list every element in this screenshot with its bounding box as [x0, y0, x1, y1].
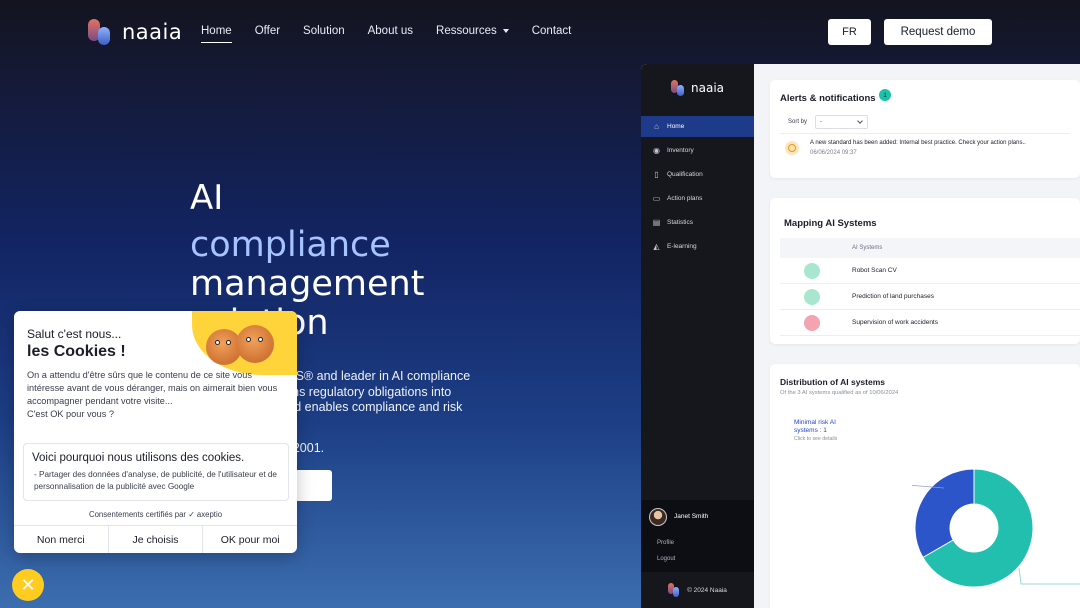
cookie-greeting: Salut c'est nous... [27, 327, 122, 341]
cookie-accept-button[interactable]: OK pour moi [203, 526, 297, 553]
clock-icon [785, 141, 799, 155]
cookie-character [236, 325, 274, 363]
cookie-title: les Cookies ! [27, 343, 126, 360]
notification-date: 06/06/2024 09:37 [810, 150, 857, 156]
request-demo-button[interactable]: Request demo [884, 19, 992, 45]
avatar[interactable] [649, 508, 667, 526]
cookie-purposes-box[interactable]: Voici pourquoi nous utilisons des cookie… [23, 443, 289, 501]
chart-icon: ▤ [652, 218, 661, 227]
hero-title-line2: compliance [190, 225, 391, 265]
nav-ressources-label: Ressources [436, 25, 497, 37]
cookie-body-text: On a attendu d'être sûrs que le contenu … [27, 370, 278, 406]
app-sidebar: naaia ⌂ Home ◉ Inventory ▯ Qualification ▭ A… [641, 64, 754, 608]
legend-minimal-risk[interactable]: Minimal risk AI systems : 1 [794, 419, 854, 435]
column-header: AI Systems [852, 245, 883, 251]
brand-name: naaia [122, 20, 183, 44]
sidebar-item-label: Home [667, 123, 685, 130]
top-navigation: naaia Home Offer Solution About us Resso… [0, 0, 1080, 64]
logo-mark-icon [88, 19, 116, 45]
table-row[interactable]: Robot Scan CV [780, 258, 1080, 284]
table-row[interactable]: Prediction of land purchases [780, 284, 1080, 310]
distribution-donut-chart [912, 468, 1080, 588]
user-name: Janet Smith [674, 513, 709, 520]
nav-home[interactable]: Home [201, 25, 232, 43]
logo-mark-icon [668, 583, 682, 597]
user-panel: Janet Smith Profile Logout [641, 500, 754, 572]
sort-value: - [820, 119, 822, 125]
copyright-text: © 2024 Naaia [687, 586, 727, 594]
distribution-title: Distribution of AI systems [780, 377, 886, 387]
language-button[interactable]: FR [828, 19, 871, 45]
mapping-title: Mapping AI Systems [784, 218, 877, 229]
table-row[interactable]: Supervision of work accidents [780, 310, 1080, 336]
app-preview: naaia ⌂ Home ◉ Inventory ▯ Qualification ▭ A… [641, 64, 1080, 608]
nav-solution[interactable]: Solution [303, 25, 345, 37]
main-menu: Home Offer Solution About us Ressources … [201, 25, 594, 43]
cookie-refuse-button[interactable]: Non merci [14, 526, 109, 553]
sidebar-item-label: Qualification [667, 171, 703, 178]
sort-label: Sort by [788, 119, 808, 125]
notification-text: A new standard has been added: Internal … [810, 140, 1026, 146]
eye-icon: ◉ [653, 146, 660, 155]
sidebar-item-label: E-learning [667, 243, 697, 250]
mapping-table-header: AI Systems [780, 238, 1080, 258]
graduation-icon: ◭ [653, 242, 660, 251]
hero-title-line1: AI [190, 178, 224, 218]
sidebar-item-action-plans[interactable]: ▭ Action plans [641, 188, 754, 209]
nav-contact[interactable]: Contact [532, 25, 572, 37]
sidebar-item-qualification[interactable]: ▯ Qualification [641, 164, 754, 185]
cookie-certification: Consentements certifiés par ✓ axeptio [88, 510, 223, 519]
nav-offer[interactable]: Offer [255, 25, 280, 37]
risk-dot [804, 263, 820, 279]
cookie-purposes-title: Voici pourquoi nous utilisons des cookie… [32, 452, 245, 464]
cookie-illustration [192, 311, 297, 375]
profile-link[interactable]: Profile [657, 540, 674, 546]
brand-logo[interactable]: naaia [88, 19, 182, 45]
caret-down-icon [502, 28, 509, 33]
row-label: Prediction of land purchases [852, 293, 935, 300]
cookie-question: C'est OK pour vous ? [27, 409, 115, 419]
nav-about-us[interactable]: About us [368, 25, 413, 37]
cookie-choose-button[interactable]: Je choisis [109, 526, 204, 553]
logout-link[interactable]: Logout [657, 556, 675, 562]
close-icon[interactable]: ✕ [12, 569, 44, 601]
app-sidebar-menu: ⌂ Home ◉ Inventory ▯ Qualification ▭ Action … [641, 116, 754, 260]
cookie-banner: Salut c'est nous... les Cookies ! On a a… [14, 311, 297, 553]
cookie-body: On a attendu d'être sûrs que le contenu … [27, 369, 289, 421]
sidebar-item-label: Action plans [667, 195, 703, 202]
mapping-card: Mapping AI Systems AI Systems Robot Scan… [770, 198, 1080, 344]
distribution-subtitle: Of the 3 AI systems qualified as of 10/0… [780, 390, 899, 396]
logo-mark-icon [671, 80, 687, 96]
nav-ressources[interactable]: Ressources [436, 25, 509, 37]
sidebar-item-inventory[interactable]: ◉ Inventory [641, 140, 754, 161]
legend-hint: Click to see details [794, 436, 838, 442]
folder-icon: ▭ [652, 194, 661, 203]
row-label: Supervision of work accidents [852, 319, 938, 326]
hero-title-line3: management [190, 264, 425, 304]
book-icon: ▯ [654, 170, 659, 179]
app-footer: © 2024 Naaia [641, 572, 754, 608]
sort-select[interactable]: - [815, 115, 868, 129]
sidebar-item-label: Inventory [667, 147, 694, 154]
risk-dot [804, 315, 820, 331]
alerts-count-badge: 1 [879, 89, 891, 101]
sidebar-item-home[interactable]: ⌂ Home [641, 116, 754, 137]
sidebar-item-e-learning[interactable]: ◭ E-learning [641, 236, 754, 257]
cookie-actions: Non merci Je choisis OK pour moi [14, 525, 297, 553]
leader-line [1018, 567, 1080, 585]
distribution-card: Distribution of AI systems Of the 3 AI s… [770, 364, 1080, 608]
app-logo: naaia [671, 80, 724, 96]
donut-slice-0[interactable] [914, 468, 975, 559]
row-label: Robot Scan CV [852, 267, 897, 274]
chevron-down-icon [857, 118, 863, 124]
app-brand-name: naaia [691, 81, 724, 95]
home-icon: ⌂ [654, 122, 659, 131]
alerts-title: Alerts & notifications [780, 93, 876, 104]
notification-item[interactable]: A new standard has been added: Internal … [780, 133, 1070, 163]
sidebar-item-statistics[interactable]: ▤ Statistics [641, 212, 754, 233]
cookie-purposes-text: - Partager des données d'analyse, de pub… [34, 470, 277, 491]
alerts-card: Alerts & notifications 1 Sort by - A new… [770, 80, 1080, 178]
risk-dot [804, 289, 820, 305]
sidebar-item-label: Statistics [667, 219, 694, 226]
